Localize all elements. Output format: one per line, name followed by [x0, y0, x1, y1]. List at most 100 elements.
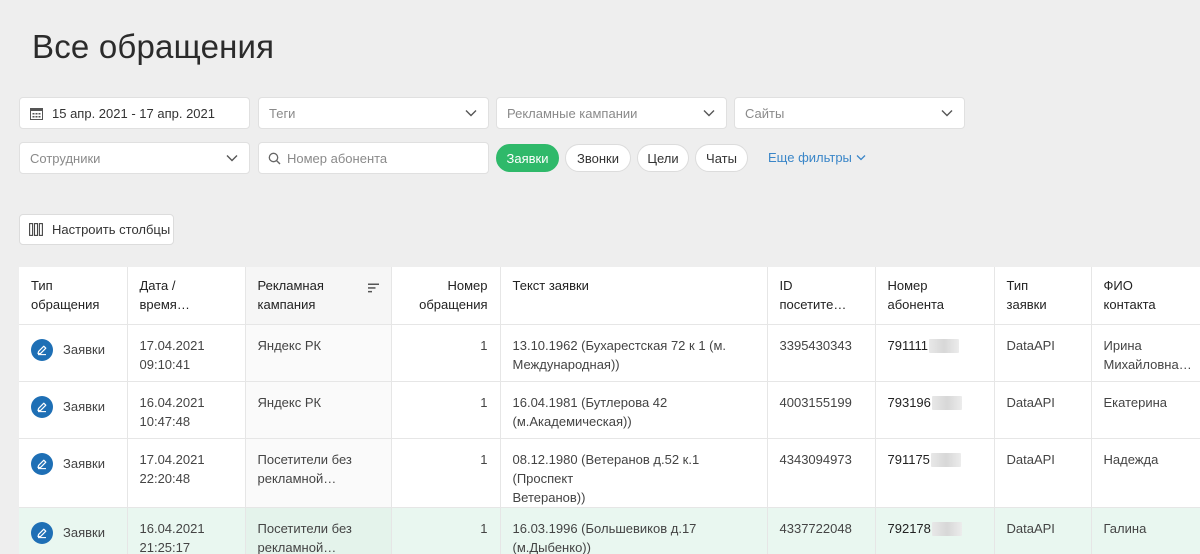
column-header-number[interactable]: Номер обращения [391, 267, 501, 325]
campaigns-placeholder: Рекламные кампании [507, 105, 638, 121]
row-phone: 793196 [887, 394, 931, 410]
chevron-down-icon [464, 106, 478, 120]
row-text: 08.12.1980 (Ветеранов д.52 к.1 (Проспект [512, 451, 700, 486]
tags-placeholder: Теги [269, 105, 296, 121]
row-visitor-id: 3395430343 [767, 324, 876, 382]
tags-select[interactable]: Теги [258, 97, 489, 129]
type-filter-label: Заявки [506, 150, 549, 166]
row-campaign: Яндекс РК [257, 394, 322, 410]
row-number: 1 [391, 381, 501, 439]
column-header-line: обращения [419, 297, 488, 312]
type-filter-goals[interactable]: Цели [637, 144, 689, 172]
row-contact-name: Ирина [1103, 337, 1142, 353]
chevron-down-icon [225, 151, 239, 165]
row-number: 1 [391, 324, 501, 382]
row-contact-name: Галина [1103, 520, 1147, 536]
row-time: 10:47:48 [139, 413, 191, 429]
row-contact-name: Надежда [1103, 451, 1159, 467]
row-text: 16.03.1996 (Большевиков д.17 [512, 520, 697, 536]
phone-search-placeholder: Номер абонента [287, 150, 388, 166]
row-date: 17.04.2021 [139, 337, 205, 353]
masked-phone-digits [929, 339, 959, 354]
type-filter-label: Звонки [577, 150, 619, 166]
row-request-type: DataAPI [994, 381, 1092, 439]
row-time: 22:20:48 [139, 470, 191, 486]
sites-select[interactable]: Сайты [734, 97, 965, 129]
phone-search-input[interactable]: Номер абонента [258, 142, 489, 174]
row-request-type: DataAPI [994, 507, 1092, 554]
row-text: Ветеранов)) [512, 489, 586, 505]
requests-table: Тип обращения Дата / время… Рекламная кампа… [19, 267, 1200, 554]
row-visitor-id: 4343094973 [767, 438, 876, 508]
pen-icon [31, 395, 53, 418]
request-type-label: Заявки [63, 342, 105, 357]
column-header-visitor-id[interactable]: ID посетите… [767, 267, 876, 325]
column-header-datetime[interactable]: Дата / время… [127, 267, 246, 325]
column-header-type[interactable]: Тип обращения [19, 267, 128, 325]
column-header-line: обращения [31, 297, 100, 312]
sites-placeholder: Сайты [745, 105, 785, 121]
pen-icon [31, 521, 53, 544]
column-header-line: Текст заявки [512, 278, 589, 293]
date-range-picker[interactable]: 15 апр. 2021 - 17 апр. 2021 [19, 97, 250, 129]
table-row[interactable]: Заявки 17.04.2021 22:20:48 Посетители без… [19, 438, 1200, 508]
row-contact-name: Михайловна… [1103, 356, 1192, 372]
sort-icon[interactable] [367, 276, 379, 314]
column-header-line: Номер [447, 278, 488, 293]
more-filters-label: Еще фильтры [768, 150, 852, 165]
configure-columns-button[interactable]: Настроить столбцы [19, 214, 174, 245]
row-date: 17.04.2021 [139, 451, 205, 467]
row-visitor-id: 4003155199 [767, 381, 876, 439]
row-request-type: DataAPI [994, 438, 1092, 508]
column-header-line: время… [139, 297, 190, 312]
row-campaign: Посетители без [257, 451, 352, 467]
column-header-text[interactable]: Текст заявки [500, 267, 768, 325]
column-header-contact-name[interactable]: ФИО контакта [1091, 267, 1200, 325]
type-filter-calls[interactable]: Звонки [565, 144, 631, 172]
row-request-type: DataAPI [994, 324, 1092, 382]
column-header-line: посетите… [779, 297, 847, 312]
type-filter-label: Цели [647, 150, 679, 166]
campaigns-select[interactable]: Рекламные кампании [496, 97, 727, 129]
column-header-line: Рекламная [257, 278, 324, 293]
masked-phone-digits [931, 522, 962, 537]
table-row[interactable]: Заявки 16.04.2021 10:47:48 Яндекс РК 1 16… [19, 381, 1200, 439]
table-row[interactable]: Заявки 16.04.2021 21:25:17 Посетители без… [19, 507, 1200, 554]
pen-icon [31, 338, 53, 361]
column-header-line: Дата / [139, 278, 176, 293]
employees-placeholder: Сотрудники [30, 150, 101, 166]
row-visitor-id: 4337722048 [767, 507, 876, 554]
request-type-label: Заявки [63, 525, 105, 540]
type-filter-requests[interactable]: Заявки [496, 144, 559, 172]
column-header-line: заявки [1006, 297, 1047, 312]
calendar-icon [30, 107, 43, 120]
table-row[interactable]: Заявки 17.04.2021 09:10:41 Яндекс РК 1 13… [19, 324, 1200, 382]
column-header-line: ФИО [1103, 278, 1133, 293]
row-text: Международная)) [512, 356, 620, 372]
row-text: (м.Дыбенко)) [512, 539, 591, 554]
request-type-label: Заявки [63, 399, 105, 414]
search-icon [268, 152, 281, 165]
masked-phone-digits [930, 453, 961, 468]
row-text: (м.Академическая)) [512, 413, 632, 429]
row-time: 21:25:17 [139, 539, 191, 554]
row-number: 1 [391, 438, 501, 508]
chevron-down-icon [856, 154, 866, 161]
column-header-line: Тип [31, 278, 53, 293]
column-header-request-type[interactable]: Тип заявки [994, 267, 1092, 325]
request-type-label: Заявки [63, 456, 105, 471]
row-campaign: Яндекс РК [257, 337, 322, 353]
columns-icon [29, 223, 43, 236]
column-header-line: абонента [887, 297, 945, 312]
page-title: Все обращения [32, 28, 275, 65]
type-filter-chats[interactable]: Чаты [695, 144, 748, 172]
column-header-line: кампания [257, 297, 316, 312]
row-text: 16.04.1981 (Бутлерова 42 [512, 394, 668, 410]
more-filters-link[interactable]: Еще фильтры [768, 150, 866, 165]
column-header-phone[interactable]: Номер абонента [875, 267, 995, 325]
column-header-campaign[interactable]: Рекламная кампания [245, 267, 392, 325]
employees-select[interactable]: Сотрудники [19, 142, 250, 174]
row-phone: 792178 [887, 520, 931, 536]
column-header-line: контакта [1103, 297, 1156, 312]
pen-icon [31, 452, 53, 475]
